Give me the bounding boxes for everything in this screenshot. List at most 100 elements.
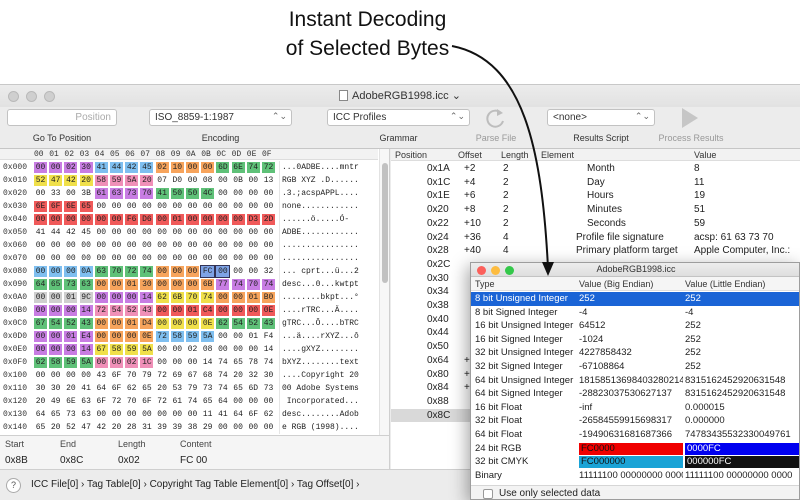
hex-byte[interactable]: 00: [262, 227, 275, 238]
hex-row[interactable]: 0x000 00 00 02 30 41 44 42 45 02 10 00 00 6D 6E 74 72...…: [0, 161, 378, 174]
hex-ascii-text[interactable]: ADBE............: [282, 228, 359, 237]
hex-byte[interactable]: 74: [216, 370, 229, 381]
little-endian-column-header[interactable]: Value (Little Endian): [685, 279, 765, 289]
type-column-header[interactable]: Type: [475, 279, 495, 289]
hex-byte[interactable]: 65: [49, 409, 62, 420]
hex-byte[interactable]: 02: [64, 162, 78, 173]
hex-byte[interactable]: 64: [95, 383, 108, 394]
structure-row[interactable]: 0x22 +10 2 Seconds 59: [391, 217, 800, 231]
hex-byte[interactable]: 72: [125, 266, 139, 277]
hex-byte[interactable]: 6E: [64, 201, 78, 212]
hex-byte[interactable]: 00: [155, 305, 169, 316]
hex-byte[interactable]: D3: [246, 214, 260, 225]
position-column-header[interactable]: Position: [395, 150, 427, 160]
decoder-row[interactable]: 16 bit Signed Integer -1024 252: [471, 333, 799, 347]
hex-ascii-text[interactable]: ................: [282, 241, 359, 250]
hex-byte[interactable]: 28: [125, 422, 138, 433]
hex-byte[interactable]: 00: [110, 227, 123, 238]
hex-byte[interactable]: 44: [110, 162, 123, 173]
hex-byte[interactable]: 00: [247, 396, 260, 407]
hex-byte[interactable]: 00: [201, 162, 215, 173]
hex-byte[interactable]: 54: [231, 318, 245, 329]
hex-byte[interactable]: 47: [49, 175, 63, 186]
hex-byte[interactable]: 00: [95, 201, 108, 212]
hex-row[interactable]: 0x070 00 00 00 00 00 00 00 00 00 00 00 00 00 00 00 00...…: [0, 252, 378, 265]
hex-byte[interactable]: 00: [232, 266, 245, 277]
hex-ascii-text[interactable]: gTRC...Ô....bTRC: [282, 319, 359, 328]
hex-byte[interactable]: 00: [247, 227, 260, 238]
hex-byte[interactable]: 00: [79, 214, 93, 225]
hex-byte[interactable]: 72: [155, 331, 169, 342]
help-button[interactable]: ?: [6, 478, 21, 493]
hex-byte[interactable]: 45: [140, 162, 154, 173]
hex-byte[interactable]: 6D: [216, 162, 230, 173]
hex-byte[interactable]: 74: [186, 396, 199, 407]
hex-byte[interactable]: 3B: [80, 188, 93, 199]
hex-ascii-text[interactable]: ... cprt...ü...2: [282, 267, 359, 276]
hex-byte[interactable]: 00: [186, 279, 199, 290]
breadcrumb-path[interactable]: ICC File[0] › Tag Table[0] › Copyright T…: [31, 479, 360, 490]
hex-byte[interactable]: 00: [156, 227, 169, 238]
hex-byte[interactable]: 00: [186, 357, 199, 368]
hex-byte[interactable]: 00: [80, 253, 93, 264]
hex-byte[interactable]: 00: [262, 188, 275, 199]
hex-byte[interactable]: 00: [262, 201, 275, 212]
hex-byte[interactable]: 00: [156, 253, 169, 264]
hex-byte[interactable]: 39: [156, 422, 169, 433]
hex-byte[interactable]: 6F: [140, 396, 153, 407]
hex-byte[interactable]: 77: [216, 279, 230, 290]
structure-row[interactable]: 0x1A +2 2 Month 8: [391, 162, 800, 176]
hex-byte[interactable]: 58: [110, 344, 123, 355]
hex-byte[interactable]: 6F: [49, 201, 63, 212]
hex-byte[interactable]: 00: [49, 331, 63, 342]
title-chevron-icon[interactable]: ⌄: [452, 90, 461, 102]
element-column-header[interactable]: Element: [541, 150, 574, 160]
hex-byte[interactable]: 43: [79, 318, 93, 329]
hex-byte[interactable]: 00: [140, 240, 153, 251]
hex-ascii-text[interactable]: ....Copyright 20: [282, 371, 359, 380]
hex-byte[interactable]: 00: [94, 279, 108, 290]
hex-byte[interactable]: 00: [34, 162, 47, 173]
hex-byte[interactable]: 50: [170, 188, 184, 199]
hex-byte[interactable]: 30: [79, 162, 93, 173]
hex-byte[interactable]: 32: [262, 266, 275, 277]
hex-byte[interactable]: 20: [49, 422, 62, 433]
hex-byte[interactable]: 20: [156, 383, 169, 394]
hex-byte[interactable]: C4: [201, 305, 215, 316]
hex-byte[interactable]: 00: [49, 240, 62, 251]
hex-byte[interactable]: 01: [186, 305, 199, 316]
hex-byte[interactable]: 64: [34, 409, 47, 420]
hex-byte[interactable]: 70: [110, 266, 123, 277]
decoder-row[interactable]: 32 bit CMYK FC000000 000000FC: [471, 455, 799, 469]
hex-row[interactable]: 0x010 52 47 42 20 58 59 5A 20 07 D0 00 08 00 0B 00 13 RGB…: [0, 174, 378, 187]
hex-byte[interactable]: 00: [49, 162, 63, 173]
hex-byte[interactable]: 00: [171, 227, 184, 238]
hex-byte[interactable]: 00: [216, 422, 229, 433]
hex-byte[interactable]: 74: [216, 383, 229, 394]
hex-row[interactable]: 0x0E0 00 00 00 14 67 58 59 5A 00 00 02 08 00 00 00 14...…: [0, 343, 378, 356]
hex-byte[interactable]: 43: [95, 370, 108, 381]
hex-byte[interactable]: 42: [64, 227, 77, 238]
structure-row[interactable]: 0x1E +6 2 Hours 19: [391, 189, 800, 203]
hex-row[interactable]: 0x040 00 00 00 00 00 00 F6 D6 00 01 00 00 00 00 D3 2D...…: [0, 213, 378, 226]
hex-byte[interactable]: 00: [125, 292, 139, 303]
hex-byte[interactable]: 00: [49, 292, 63, 303]
hex-byte[interactable]: 00: [247, 201, 260, 212]
hex-byte[interactable]: 73: [125, 188, 139, 199]
hex-ascii-text[interactable]: ........bkpt...°: [282, 293, 359, 302]
hex-byte[interactable]: 00: [34, 188, 47, 199]
hex-byte[interactable]: 70: [125, 370, 138, 381]
hex-byte[interactable]: 67: [186, 370, 199, 381]
hex-byte[interactable]: 00: [64, 253, 77, 264]
hex-byte[interactable]: 14: [140, 292, 154, 303]
hex-ascii-text[interactable]: .3.;acspAPPL....: [282, 189, 359, 198]
hex-byte[interactable]: 00: [216, 227, 229, 238]
hex-byte[interactable]: 69: [171, 370, 184, 381]
hex-byte[interactable]: 52: [34, 175, 47, 186]
hex-byte[interactable]: 07: [156, 175, 169, 186]
hex-byte[interactable]: 72: [156, 370, 169, 381]
hex-byte[interactable]: 74: [262, 279, 275, 290]
hex-byte[interactable]: 00: [262, 240, 275, 251]
hex-byte[interactable]: 20: [79, 175, 93, 186]
hex-byte[interactable]: 58: [94, 175, 108, 186]
